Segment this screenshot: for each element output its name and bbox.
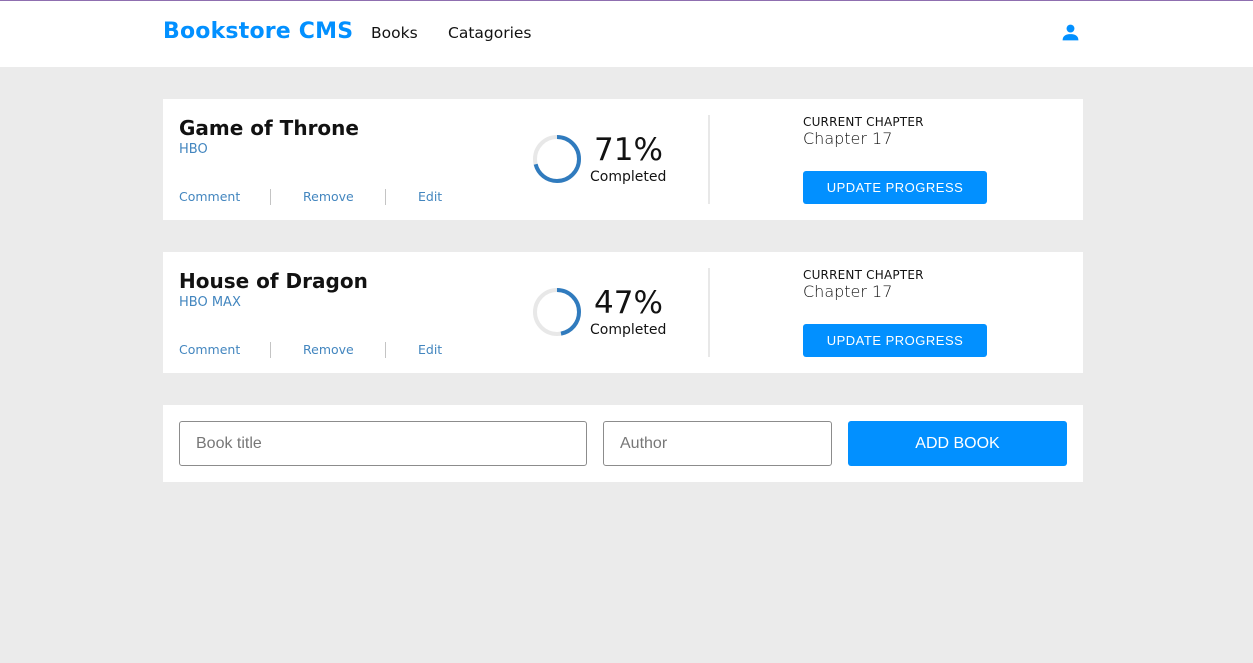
- author-input[interactable]: [603, 421, 832, 466]
- add-book-form: ADD BOOK: [163, 405, 1083, 482]
- user-icon[interactable]: [1061, 23, 1080, 42]
- book-card: House of Dragon HBO MAX Comment Remove E…: [163, 252, 1083, 373]
- book-author[interactable]: HBO MAX: [179, 295, 241, 310]
- progress-percent: 71%: [594, 132, 663, 168]
- remove-button[interactable]: Remove: [303, 342, 354, 357]
- book-title: Game of Throne: [179, 116, 359, 140]
- comment-button[interactable]: Comment: [179, 189, 240, 204]
- current-chapter-label: CURRENT CHAPTER: [803, 268, 924, 282]
- vertical-divider: [708, 115, 710, 204]
- update-progress-button[interactable]: UPDATE PROGRESS: [803, 324, 987, 357]
- book-card: Game of Throne HBO Comment Remove Edit 7…: [163, 99, 1083, 220]
- divider: [385, 342, 386, 358]
- book-title-input[interactable]: [179, 421, 587, 466]
- current-chapter-value: Chapter 17: [803, 282, 893, 301]
- edit-button[interactable]: Edit: [418, 342, 442, 357]
- remove-button[interactable]: Remove: [303, 189, 354, 204]
- vertical-divider: [708, 268, 710, 357]
- divider: [270, 342, 271, 358]
- book-title: House of Dragon: [179, 269, 368, 293]
- divider: [270, 189, 271, 205]
- completed-label: Completed: [590, 322, 667, 338]
- navbar: Bookstore CMS Books Catagories: [0, 1, 1253, 67]
- brand-logo[interactable]: Bookstore CMS: [163, 19, 353, 44]
- update-progress-button[interactable]: UPDATE PROGRESS: [803, 171, 987, 204]
- comment-button[interactable]: Comment: [179, 342, 240, 357]
- progress-ring: [533, 288, 581, 336]
- divider: [385, 189, 386, 205]
- nav-link-books[interactable]: Books: [371, 24, 418, 42]
- completed-label: Completed: [590, 169, 667, 185]
- nav-link-categories[interactable]: Catagories: [448, 24, 532, 42]
- book-author[interactable]: HBO: [179, 142, 208, 157]
- progress-ring: [533, 135, 581, 183]
- progress-percent: 47%: [594, 285, 663, 321]
- edit-button[interactable]: Edit: [418, 189, 442, 204]
- add-book-button[interactable]: ADD BOOK: [848, 421, 1067, 466]
- current-chapter-value: Chapter 17: [803, 129, 893, 148]
- current-chapter-label: CURRENT CHAPTER: [803, 115, 924, 129]
